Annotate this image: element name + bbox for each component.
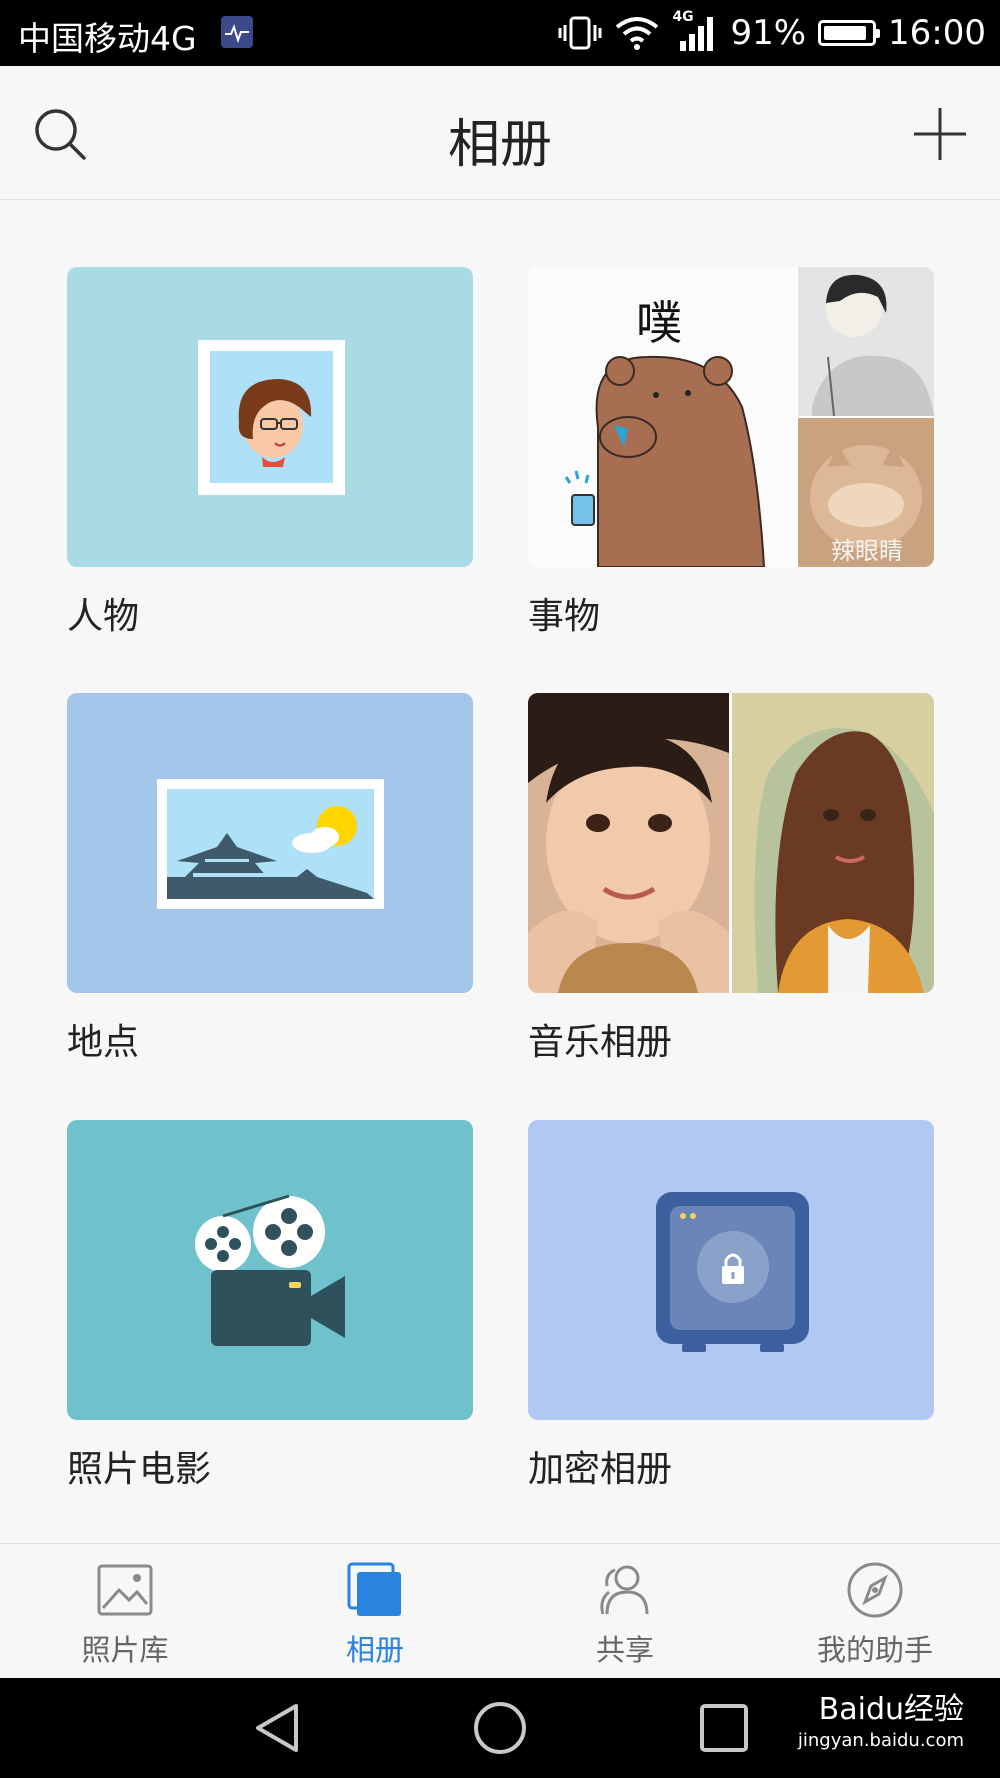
tab-photo-library-label: 照片库 (81, 1633, 169, 1667)
baidu-watermark: Baidu经验 jingyan.baidu.com (798, 1690, 964, 1752)
person-portrait-icon (198, 340, 345, 495)
battery-icon (818, 20, 881, 46)
tab-share-label: 共享 (595, 1633, 654, 1667)
battery-percent: 91% (730, 13, 807, 53)
album-people-thumb[interactable] (67, 267, 473, 567)
album-things-thumb[interactable]: 噗 辣眼睛 (528, 267, 934, 567)
album-encrypted-thumb[interactable] (528, 1120, 934, 1420)
landscape-pagoda-icon (157, 779, 384, 909)
recents-button[interactable] (698, 1702, 750, 1754)
album-music-thumb[interactable] (528, 693, 934, 993)
tab-share[interactable]: 共享 (500, 1544, 750, 1679)
things-sticker-text: 噗 (636, 296, 682, 350)
system-nav-bar: Baidu经验 jingyan.baidu.com (0, 1678, 1000, 1778)
carrier-name: 中国移动4G (18, 19, 197, 58)
clock: 16:00 (888, 13, 986, 53)
things-collage (528, 267, 934, 567)
tab-my-assistant-label: 我的助手 (816, 1633, 933, 1667)
tab-photo-library[interactable]: 照片库 (0, 1544, 250, 1679)
bottom-nav: 照片库 相册 共享 我的助手 (0, 1543, 1000, 1679)
tab-my-assistant[interactable]: 我的助手 (750, 1544, 1000, 1679)
album-places-label: 地点 (67, 1022, 140, 1063)
tab-albums-label: 相册 (345, 1633, 404, 1667)
watermark-url: jingyan.baidu.com (797, 1730, 964, 1751)
album-encrypted-label: 加密相册 (528, 1449, 673, 1490)
album-photo-movie-thumb[interactable] (67, 1120, 473, 1420)
photo-library-icon (97, 1564, 153, 1616)
compass-icon (847, 1562, 903, 1618)
album-places-thumb[interactable] (67, 693, 473, 993)
battery-level-fill (824, 26, 867, 40)
back-button[interactable] (250, 1700, 306, 1756)
watermark-brand: Baidu经验 (818, 1692, 964, 1727)
things-overlay-text: 辣眼睛 (831, 537, 903, 565)
status-icons: 4G 91% 16:00 (558, 0, 986, 66)
home-button[interactable] (472, 1700, 528, 1756)
safe-lock-icon (656, 1192, 809, 1352)
add-album-button[interactable] (908, 102, 972, 166)
album-things-label: 事物 (528, 596, 601, 637)
page-title: 相册 (447, 115, 552, 175)
album-people-label: 人物 (67, 596, 140, 637)
cell-signal-icon: 4G (672, 9, 718, 53)
wifi-icon (616, 17, 659, 50)
album-photo-movie-label: 照片电影 (67, 1449, 212, 1490)
film-projector-icon (195, 1194, 345, 1346)
plus-icon (914, 108, 966, 160)
music-photo-collage (528, 693, 934, 993)
share-people-icon (600, 1565, 649, 1615)
albums-icon (347, 1562, 401, 1616)
album-music-label: 音乐相册 (528, 1022, 673, 1063)
title-bar: 相册 (0, 66, 1000, 200)
status-bar: 中国移动4G 4G 91% 16:00 (0, 0, 1000, 66)
health-app-icon (221, 16, 253, 48)
vibrate-icon (558, 16, 602, 50)
album-grid: 人物 噗 辣眼睛 事物 地点 音乐相册 照片电影 加密相册 (0, 200, 1000, 1542)
tab-albums[interactable]: 相册 (250, 1544, 500, 1679)
